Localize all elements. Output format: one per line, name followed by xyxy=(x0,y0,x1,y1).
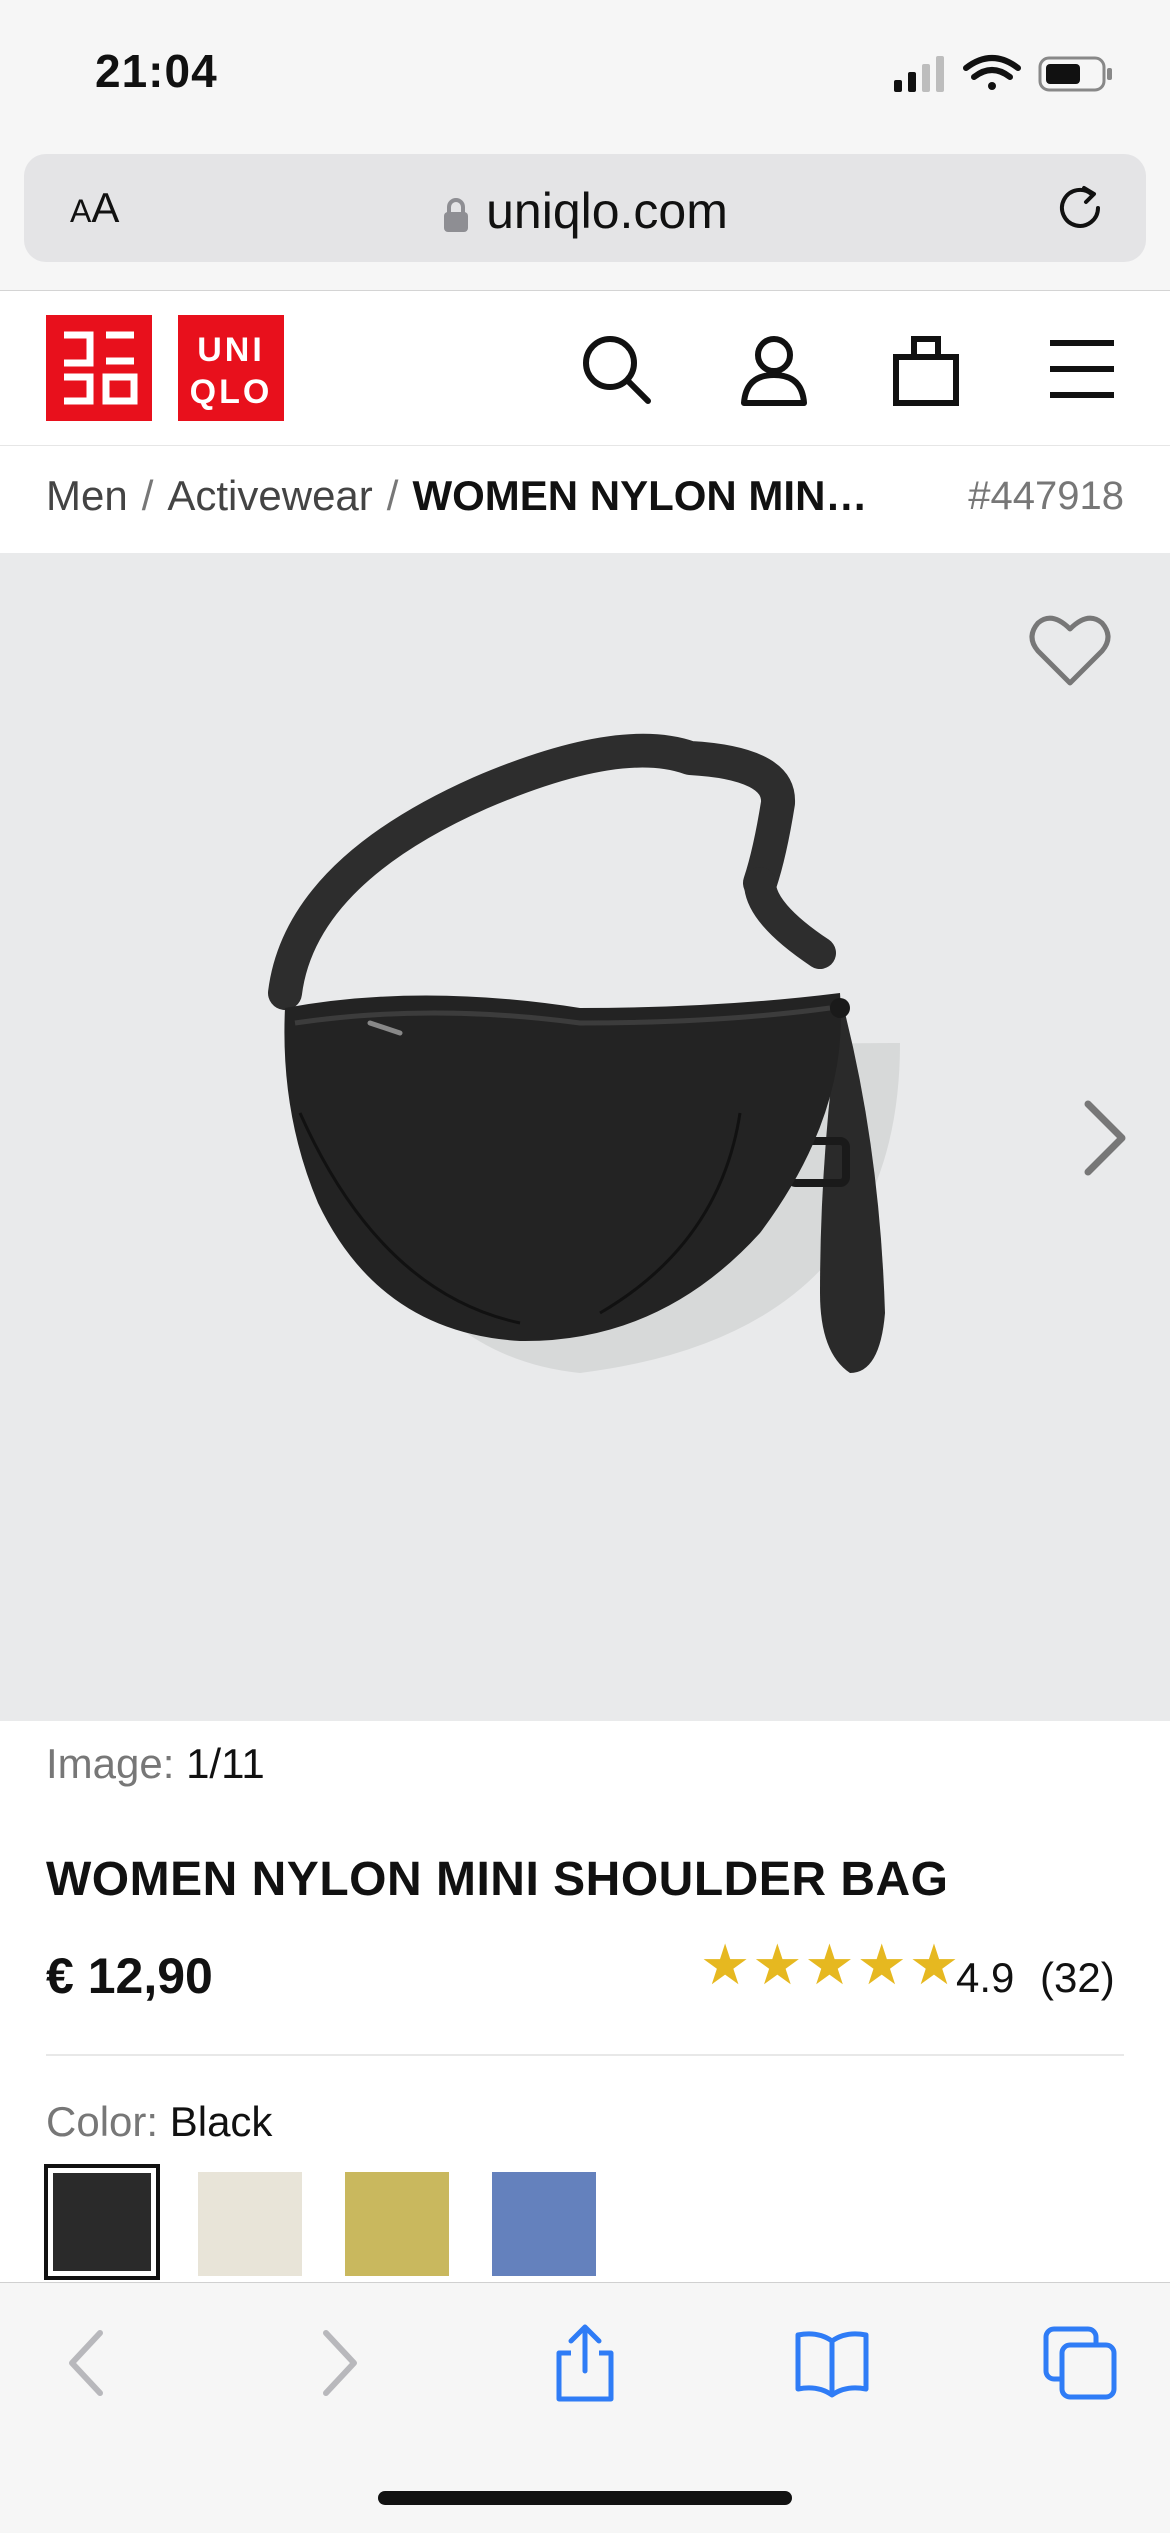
chevron-right-icon[interactable] xyxy=(1080,1098,1130,1178)
rating-stars[interactable]: ★★★★★ xyxy=(700,1932,961,1998)
reload-icon[interactable] xyxy=(1054,182,1106,234)
color-swatch-black[interactable] xyxy=(44,2164,160,2280)
tabs-icon[interactable] xyxy=(1040,2323,1120,2403)
product-image-carousel[interactable] xyxy=(0,553,1170,1721)
uniqlo-logo-latin[interactable]: UNI QLO xyxy=(178,315,284,421)
battery-icon xyxy=(1038,56,1112,92)
color-swatch-yellow[interactable] xyxy=(345,2172,449,2276)
breadcrumb: Men / Activewear / WOMEN NYLON MIN… xyxy=(46,472,867,520)
product-title: WOMEN NYLON MINI SHOULDER BAG xyxy=(46,1853,949,1906)
breadcrumb-current: WOMEN NYLON MIN… xyxy=(412,472,868,519)
rating-value: 4.9 xyxy=(956,1954,1015,2001)
url-display[interactable]: uniqlo.com xyxy=(24,182,1146,240)
cart-icon[interactable] xyxy=(888,331,964,407)
home-indicator xyxy=(378,2491,792,2505)
heart-icon[interactable] xyxy=(1028,611,1112,689)
status-icons xyxy=(894,55,1112,92)
status-bar: 21:04 xyxy=(0,0,1170,150)
divider xyxy=(46,2054,1124,2056)
bookmarks-icon[interactable] xyxy=(792,2323,872,2403)
color-value: Black xyxy=(169,2098,273,2145)
color-swatch-off-white[interactable] xyxy=(198,2172,302,2276)
forward-icon[interactable] xyxy=(298,2323,378,2403)
browser-address-area: AA uniqlo.com xyxy=(0,150,1170,291)
lock-icon xyxy=(444,197,469,232)
uniqlo-logo-katakana[interactable] xyxy=(46,315,152,421)
image-counter: Image: 1/11 xyxy=(46,1740,265,1788)
product-price: € 12,90 xyxy=(46,1948,213,2004)
svg-text:UNI: UNI xyxy=(197,331,265,369)
back-icon[interactable] xyxy=(48,2323,128,2403)
review-count[interactable]: (32) xyxy=(1040,1954,1115,2002)
breadcrumb-separator: / xyxy=(141,472,154,519)
status-time: 21:04 xyxy=(95,45,218,97)
menu-icon[interactable] xyxy=(1044,331,1120,407)
swatch-fill xyxy=(53,2173,151,2271)
url-text: uniqlo.com xyxy=(486,183,728,239)
image-counter-label: Image: xyxy=(46,1740,175,1787)
breadcrumb-item-men[interactable]: Men xyxy=(46,472,128,519)
search-icon[interactable] xyxy=(578,331,654,407)
address-bar[interactable]: AA uniqlo.com xyxy=(24,154,1146,262)
breadcrumb-separator: / xyxy=(386,472,399,519)
svg-text:QLO: QLO xyxy=(190,373,273,411)
product-code: #447918 xyxy=(968,474,1124,518)
browser-toolbar xyxy=(0,2282,1170,2533)
wifi-icon xyxy=(963,55,1021,90)
color-label: Color: Black xyxy=(46,2098,272,2146)
color-label-text: Color: xyxy=(46,2098,159,2145)
image-counter-value: 1/11 xyxy=(186,1740,265,1787)
share-icon[interactable] xyxy=(545,2323,625,2403)
product-image xyxy=(268,733,900,1373)
breadcrumb-item-activewear[interactable]: Activewear xyxy=(167,472,372,519)
color-swatch-blue[interactable] xyxy=(492,2172,596,2276)
account-icon[interactable] xyxy=(736,331,812,407)
signal-icon xyxy=(894,56,944,92)
site-header: UNI QLO xyxy=(0,291,1170,446)
